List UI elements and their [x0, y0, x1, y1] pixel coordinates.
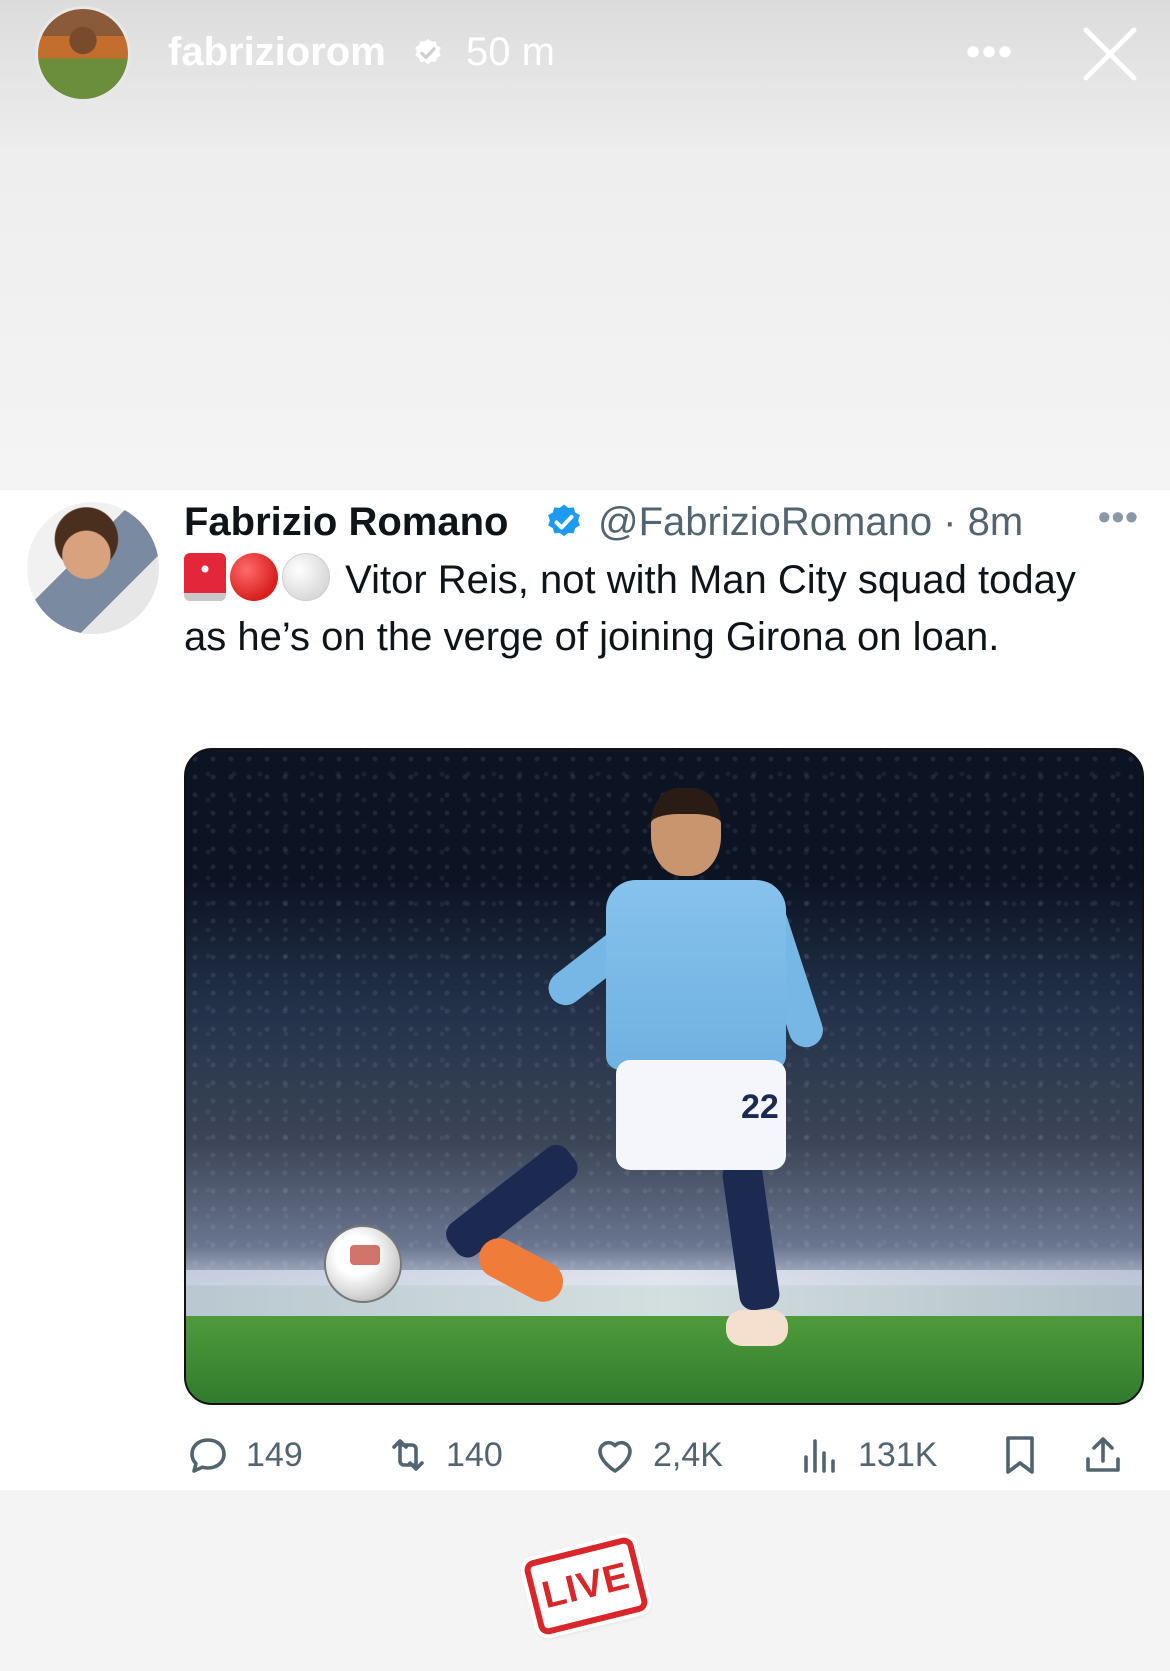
- tweet-text: Vitor Reis, not with Man City squad toda…: [184, 552, 1114, 666]
- views-count: 131K: [858, 1435, 938, 1474]
- story-header: fabriziorom 50 m •••: [0, 0, 1170, 110]
- player-boot: [726, 1310, 788, 1346]
- reply-button[interactable]: 149: [184, 1425, 303, 1485]
- views-chart-icon: [804, 1439, 835, 1473]
- live-sticker[interactable]: LIVE: [522, 1535, 650, 1637]
- tweet-author-name[interactable]: Fabrizio Romano: [184, 500, 508, 545]
- heart-icon: [598, 1440, 632, 1473]
- story-more-options-icon[interactable]: •••: [966, 30, 1014, 75]
- repost-count: 140: [446, 1435, 503, 1474]
- tweet-author-avatar[interactable]: [27, 502, 159, 634]
- like-button[interactable]: 2,4K: [591, 1425, 723, 1485]
- white-circle-emoji: [282, 553, 330, 601]
- verified-badge-icon: [548, 504, 580, 537]
- reply-count: 149: [246, 1435, 303, 1474]
- story-avatar[interactable]: [35, 6, 131, 102]
- repost-icon: [392, 1439, 424, 1471]
- red-circle-emoji: [230, 553, 278, 601]
- tweet-media-photo[interactable]: 22: [184, 748, 1144, 1405]
- siren-emoji: [184, 553, 226, 601]
- views-button[interactable]: 131K: [796, 1425, 937, 1485]
- pitch-grass: [186, 1316, 1142, 1403]
- live-sticker-label: LIVE: [537, 1554, 634, 1617]
- reply-icon: [190, 1438, 226, 1473]
- story-username[interactable]: fabriziorom: [168, 30, 386, 75]
- like-count: 2,4K: [653, 1435, 723, 1474]
- tweet-handle-and-time[interactable]: @FabrizioRomano · 8m: [598, 500, 1023, 545]
- bookmark-icon: [1006, 1436, 1034, 1474]
- football: [324, 1225, 402, 1303]
- close-icon[interactable]: [1078, 22, 1142, 86]
- repost-button[interactable]: 140: [384, 1425, 503, 1485]
- verified-badge-icon: [415, 39, 441, 65]
- player-head: [651, 788, 721, 876]
- tweet-card[interactable]: Fabrizio Romano @FabrizioRomano · 8m •••…: [0, 490, 1170, 1490]
- share-button[interactable]: [1079, 1425, 1141, 1485]
- player-jersey-number: 22: [741, 1088, 779, 1126]
- tweet-actions: 149 140 2,4K 131K: [184, 1425, 1144, 1485]
- player-shirt: [606, 880, 786, 1070]
- story-timestamp: 50 m: [466, 30, 555, 74]
- share-icon: [1086, 1437, 1120, 1472]
- tweet-more-options-icon[interactable]: •••: [1098, 496, 1139, 538]
- bookmark-button[interactable]: [996, 1425, 1058, 1485]
